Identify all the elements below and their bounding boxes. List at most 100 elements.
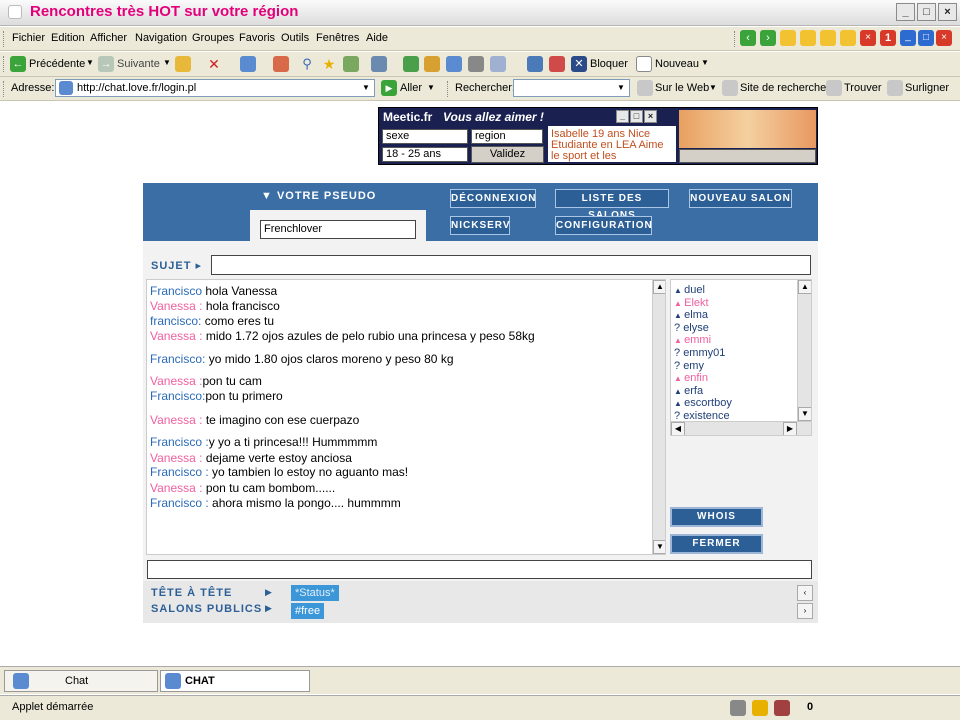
user-list-item[interactable]: ▲ escortboy — [674, 397, 732, 409]
menu-fenetres[interactable]: Fenêtres — [316, 32, 359, 44]
profile-photos-image[interactable] — [679, 110, 816, 148]
doc-minimize-icon[interactable]: _ — [900, 30, 916, 46]
message-author[interactable]: Vanessa : — [150, 413, 202, 427]
lock-status-icon[interactable] — [752, 700, 768, 716]
deconnexion-button[interactable]: DÉCONNEXION — [450, 189, 536, 208]
menu-afficher[interactable]: Afficher — [90, 32, 127, 44]
maximize-button[interactable]: □ — [917, 3, 936, 21]
search-dropdown-icon[interactable]: ▼ — [617, 83, 625, 92]
status-tab[interactable]: *Status* — [291, 585, 339, 601]
site-search-button[interactable]: Site de recherche — [740, 82, 826, 94]
site-search-icon[interactable] — [722, 80, 738, 96]
address-input[interactable]: http://chat.love.fr/login.pl ▼ — [55, 79, 375, 97]
pseudo-input[interactable]: Frenchlover — [260, 220, 416, 239]
back-button[interactable]: Précédente — [29, 58, 85, 70]
new-dropdown-icon[interactable]: ▼ — [701, 58, 709, 67]
go-button[interactable]: Aller — [400, 82, 422, 94]
message-input[interactable] — [147, 560, 812, 579]
users-scroll-left[interactable]: ◀ — [671, 422, 685, 435]
back-icon[interactable]: ← — [10, 56, 26, 72]
user-list-item[interactable]: ▲ enfin — [674, 372, 708, 384]
message-author[interactable]: Vanessa : — [150, 374, 202, 388]
validez-button[interactable]: Validez — [471, 146, 544, 163]
message-author[interactable]: Francisco : — [150, 435, 209, 449]
user-list-item[interactable]: ▲ emmi — [674, 334, 711, 346]
chat-scroll-up[interactable]: ▲ — [653, 280, 665, 294]
user-list-item[interactable]: ▲ duel — [674, 284, 705, 296]
tab-chat[interactable]: Chat — [4, 670, 158, 692]
up-icon[interactable] — [175, 56, 191, 72]
sexe-select[interactable]: sexe — [382, 129, 468, 144]
subject-input[interactable] — [211, 255, 811, 275]
forward-arrow-icon[interactable]: › — [760, 30, 776, 46]
address-dropdown-icon[interactable]: ▼ — [362, 83, 370, 92]
tete-a-tete-label[interactable]: TÊTE À TÊTE — [151, 587, 232, 599]
user-list-item[interactable]: ▲ erfa — [674, 385, 703, 397]
message-author[interactable]: Vanessa : — [150, 451, 202, 465]
menu-aide[interactable]: Aide — [366, 32, 388, 44]
tete-arrow-icon[interactable]: ▶ — [265, 587, 273, 598]
send-icon[interactable] — [490, 56, 506, 72]
find-button[interactable]: Trouver — [844, 82, 882, 94]
salons-publics-label[interactable]: SALONS PUBLICS — [151, 603, 262, 615]
forward-icon[interactable]: → — [98, 56, 114, 72]
go-icon[interactable]: ▶ — [381, 80, 397, 96]
message-author[interactable]: Francisco: — [150, 352, 205, 366]
find-icon[interactable] — [826, 80, 842, 96]
mail-status-icon[interactable] — [730, 700, 746, 716]
message-author[interactable]: Vanessa : — [150, 329, 202, 343]
menu-fichier[interactable]: Fichier — [12, 32, 45, 44]
close-button[interactable]: × — [938, 3, 957, 21]
go-dropdown-icon[interactable]: ▼ — [427, 83, 435, 92]
popup-status-icon[interactable] — [774, 700, 790, 716]
message-author[interactable]: Vanessa : — [150, 481, 202, 495]
home-icon[interactable] — [273, 56, 289, 72]
new-button[interactable]: Nouveau — [655, 58, 699, 70]
salons-arrow-icon[interactable]: ▶ — [265, 603, 273, 614]
age-select[interactable]: 18 - 25 ans — [382, 147, 468, 162]
close-x-icon[interactable]: × — [860, 30, 876, 46]
region-select[interactable]: region — [471, 129, 543, 144]
block-button[interactable]: Bloquer — [590, 58, 628, 70]
minimize-button[interactable]: _ — [896, 3, 915, 21]
message-author[interactable]: Francisco — [150, 284, 205, 298]
forward-button[interactable]: Suivante — [117, 58, 160, 70]
user-list-item[interactable]: ▲ Elekt — [674, 297, 709, 309]
banner-close-button[interactable]: × — [644, 110, 657, 123]
doc-restore-icon[interactable]: □ — [918, 30, 934, 46]
translate-icon[interactable] — [424, 56, 440, 72]
banner-scrollbar[interactable] — [679, 149, 816, 163]
popup-icon[interactable] — [549, 56, 565, 72]
back-dropdown-icon[interactable]: ▼ — [86, 58, 94, 67]
mail-icon[interactable] — [446, 56, 462, 72]
menu-navigation[interactable]: Navigation — [135, 32, 187, 44]
highlight-icon[interactable] — [887, 80, 903, 96]
menu-favoris[interactable]: Favoris — [239, 32, 275, 44]
rooms-list-button[interactable]: LISTE DES SALONS — [555, 189, 669, 221]
meetic-banner[interactable]: Meetic.fr Vous allez aimer ! _ □ × sexe … — [378, 107, 818, 165]
tabs-prev-button[interactable]: ‹ — [797, 585, 813, 601]
configuration-button[interactable]: CONFIGURATION — [555, 216, 652, 235]
fermer-button[interactable]: FERMER — [670, 534, 763, 554]
user-list-item[interactable]: ? elyse — [674, 322, 709, 334]
history-icon[interactable] — [343, 56, 359, 72]
user-list-item[interactable]: ? emmy01 — [674, 347, 725, 359]
message-author[interactable]: Vanessa : — [150, 299, 202, 313]
chat-scroll-down[interactable]: ▼ — [653, 540, 665, 554]
banner-maximize-button[interactable]: □ — [630, 110, 643, 123]
web-dropdown-icon[interactable]: ▼ — [709, 83, 717, 92]
nickserv-button[interactable]: NICKSERV — [450, 216, 510, 235]
chat-scrollbar[interactable]: ▲ ▼ — [652, 280, 665, 554]
menu-outils[interactable]: Outils — [281, 32, 309, 44]
new-page-icon[interactable] — [636, 56, 652, 72]
whois-button[interactable]: WHOIS — [670, 507, 763, 527]
stop-icon[interactable]: ✕ — [206, 56, 222, 72]
users-scroll-down[interactable]: ▼ — [798, 407, 811, 421]
menu-edition[interactable]: Edition — [51, 32, 85, 44]
tile-icon[interactable] — [820, 30, 836, 46]
tab-chat-active[interactable]: CHAT — [160, 670, 310, 692]
message-author[interactable]: francisco: — [150, 314, 201, 328]
user-list-item[interactable]: ▲ elma — [674, 309, 708, 321]
image-icon[interactable] — [527, 56, 543, 72]
message-author[interactable]: Francisco : — [150, 496, 209, 510]
